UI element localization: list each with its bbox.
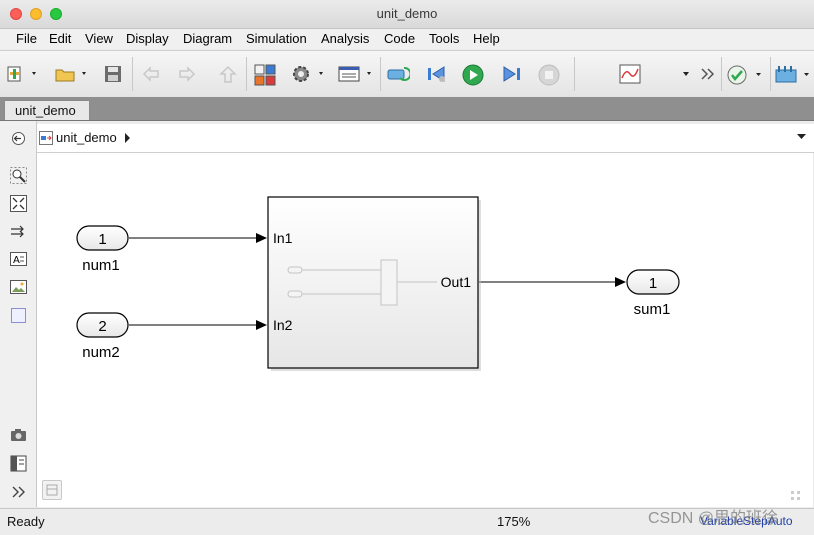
image-icon[interactable] [10, 279, 27, 296]
stop-icon[interactable] [538, 64, 560, 86]
toolbar-separator [246, 57, 247, 91]
menu-display[interactable]: Display [126, 31, 169, 46]
model-icon [39, 131, 53, 145]
simulation-manager-icon[interactable] [775, 64, 809, 84]
arrows-right-icon[interactable] [10, 223, 27, 240]
outport-1-number: 1 [649, 275, 657, 292]
outport-block-1[interactable]: 1 [626, 269, 680, 295]
menu-analysis[interactable]: Analysis [321, 31, 369, 46]
save-icon[interactable] [104, 64, 126, 84]
fit-to-view-icon[interactable] [10, 195, 27, 212]
menu-help[interactable]: Help [473, 31, 500, 46]
step-forward-icon[interactable] [500, 64, 522, 84]
model-explorer-icon[interactable] [338, 64, 371, 84]
breadcrumb-chevron-icon [125, 133, 130, 143]
menu-tools[interactable]: Tools [429, 31, 459, 46]
inport-2-number: 2 [98, 318, 106, 335]
hide-browser-arrow-icon[interactable] [10, 130, 27, 147]
more-chevron-icon[interactable] [700, 64, 722, 84]
signal-line-sum1[interactable] [479, 277, 626, 287]
subsystem-in2-label: In2 [273, 317, 293, 333]
toolbar-separator [380, 57, 381, 91]
model-canvas[interactable]: 1 num1 2 num2 In1 In2 Out1 1 sum1 [37, 153, 813, 507]
annotation-icon[interactable]: A [10, 251, 27, 268]
menu-simulation[interactable]: Simulation [246, 31, 307, 46]
toolbar-separator [132, 57, 133, 91]
window-title: unit_demo [376, 6, 438, 21]
outport-1-name[interactable]: sum1 [634, 301, 671, 318]
menu-view[interactable]: View [85, 31, 113, 46]
data-inspector-icon[interactable] [619, 64, 641, 84]
menu-file[interactable]: File [16, 31, 37, 46]
camera-icon[interactable] [10, 427, 27, 444]
inport-1-name[interactable]: num1 [82, 257, 120, 274]
csdn-watermark: CSDN @思的班徐 [648, 510, 779, 527]
svg-text:A: A [13, 255, 20, 266]
inport-2-name[interactable]: num2 [82, 344, 120, 361]
zoom-icon[interactable] [10, 167, 27, 184]
area-icon[interactable] [10, 307, 27, 324]
breadcrumb-bar: unit_demo [37, 124, 814, 153]
library-browser-icon[interactable] [254, 64, 276, 86]
open-folder-icon[interactable] [54, 64, 86, 84]
menu-edit[interactable]: Edit [49, 31, 71, 46]
tab-unit-demo[interactable]: unit_demo [4, 100, 90, 120]
menu-bar: File Edit View Display Diagram Simulatio… [0, 29, 814, 49]
menu-diagram[interactable]: Diagram [183, 31, 232, 46]
window-titlebar: unit_demo [0, 0, 814, 29]
toolbar-separator [721, 57, 722, 91]
model-tab-strip: unit_demo [0, 97, 814, 121]
subsystem-out1-label: Out1 [441, 274, 472, 290]
inport-1-number: 1 [98, 231, 106, 248]
run-icon[interactable] [462, 64, 484, 86]
main-toolbar [0, 50, 814, 98]
breadcrumb-dropdown-icon[interactable] [797, 133, 807, 141]
up-arrow-icon[interactable] [218, 64, 240, 84]
zoom-level: 175% [497, 514, 531, 529]
status-text: Ready [7, 514, 45, 529]
inport-block-2[interactable]: 2 [76, 312, 129, 338]
step-back-icon[interactable] [426, 64, 448, 84]
toolbar-separator [574, 57, 575, 91]
update-diagram-icon[interactable] [386, 64, 410, 84]
signal-line-num2[interactable] [129, 320, 267, 330]
inport-block-1[interactable]: 1 [76, 225, 129, 251]
toolbar-separator [770, 57, 771, 91]
subsystem-in1-label: In1 [273, 230, 293, 246]
forward-arrow-icon[interactable] [178, 64, 200, 84]
hide-panel-icon[interactable] [42, 480, 62, 500]
more-tools-chevron-icon[interactable] [10, 483, 27, 500]
new-model-icon[interactable] [6, 64, 36, 84]
model-settings-gear-icon[interactable] [291, 64, 323, 84]
breadcrumb-model-name[interactable]: unit_demo [56, 130, 117, 145]
signal-line-num1[interactable] [129, 233, 267, 243]
resize-grip-icon[interactable] [789, 489, 807, 505]
model-browser-icon[interactable] [10, 455, 27, 472]
back-arrow-icon[interactable] [142, 64, 164, 84]
menu-code[interactable]: Code [384, 31, 415, 46]
left-tool-palette: A [0, 121, 37, 507]
check-model-icon[interactable] [726, 64, 761, 85]
